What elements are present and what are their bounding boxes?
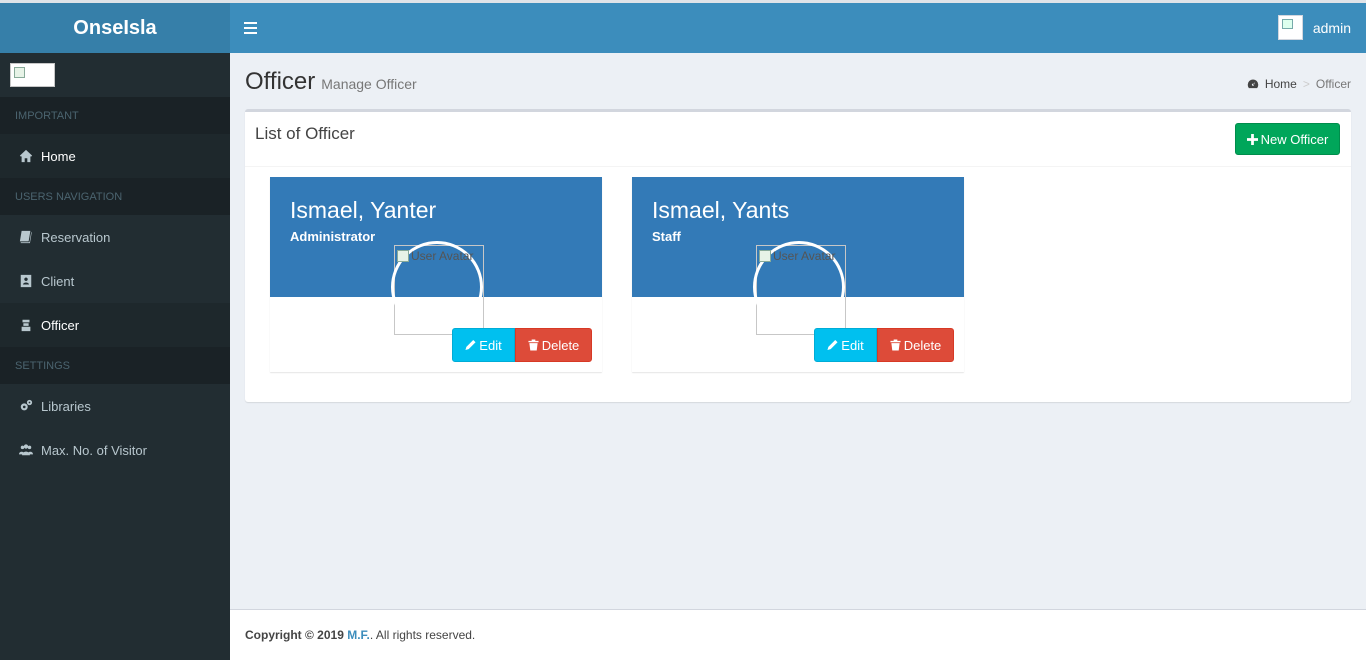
sidebar-item-label: Client [41,273,75,289]
footer-copyright: Copyright © 2019 [245,628,344,642]
broken-image-icon [397,250,409,262]
delete-button[interactable]: Delete [515,328,592,362]
sidebar-header-users-navigation: USERS NAVIGATION [0,178,230,215]
sidebar-item-reservation[interactable]: Reservation [0,215,230,259]
broken-image-icon [14,67,25,78]
user-menu[interactable]: admin [1277,15,1351,40]
pencil-icon [827,339,841,351]
menu-toggle-icon[interactable] [244,19,258,37]
sidebar-item-officer[interactable]: Officer [0,303,230,347]
footer-rights: . All rights reserved. [369,628,476,642]
avatar-alt-text: User Avatar [773,249,836,263]
page-title: Officer [245,68,316,95]
edit-button[interactable]: Edit [452,328,515,362]
trash-icon [890,339,904,351]
officer-role: Administrator [290,229,376,244]
app-logo[interactable]: OnseIsla [0,3,230,53]
plus-icon [1246,133,1261,145]
book-icon [18,230,33,244]
delete-label: Delete [903,337,942,353]
footer: Copyright © 2019 M.F.. All rights reserv… [230,609,1366,660]
sidebar-item-label: Max. No. of Visitor [41,442,147,458]
officer-avatar: User Avatar [753,241,846,335]
delete-label: Delete [541,337,580,353]
sidebar-item-label: Libraries [41,398,91,414]
sidebar-item-max-visitor[interactable]: Max. No. of Visitor [0,428,230,472]
sidebar: IMPORTANT Home USERS NAVIGATION Reservat… [0,53,230,660]
top-navbar: admin [230,3,1366,53]
officer-list-box: List of Officer New Officer Ismael, Yant… [245,109,1351,402]
app-logo-text: OnseIsla [73,16,157,39]
edit-label: Edit [841,337,864,353]
avatar-alt-text: User Avatar [411,249,474,263]
content-header: Officer Manage Officer [245,68,417,96]
user-name: admin [1312,19,1351,36]
officer-avatar: User Avatar [391,241,484,335]
sidebar-item-libraries[interactable]: Libraries [0,384,230,428]
new-officer-label: New Officer [1260,131,1329,147]
delete-button[interactable]: Delete [877,328,954,362]
officer-name: Ismael, Yants [652,197,790,223]
edit-label: Edit [479,337,502,353]
box-header: List of Officer New Officer [245,112,1351,167]
sidebar-item-label: Home [41,148,76,164]
officer-role: Staff [652,229,681,244]
officer-card: Ismael, Yanter Administrator User Avatar… [270,177,602,372]
footer-brand-link[interactable]: M.F. [347,628,370,642]
sidebar-user-avatar [10,63,55,87]
officer-icon [18,318,33,332]
contact-book-icon [18,274,33,288]
breadcrumb-separator: > [1302,77,1310,91]
sidebar-item-home[interactable]: Home [0,134,230,178]
officer-name: Ismael, Yanter [290,197,437,223]
breadcrumb: Home > Officer [1247,77,1351,91]
breadcrumb-home-label: Home [1264,77,1297,91]
edit-button[interactable]: Edit [814,328,877,362]
pencil-icon [465,339,479,351]
home-icon [18,149,33,163]
page-subtitle: Manage Officer [321,76,417,92]
users-icon [18,443,33,457]
breadcrumb-home[interactable]: Home [1247,77,1297,91]
officer-card: Ismael, Yants Staff User Avatar Edit Del… [632,177,964,372]
sidebar-item-label: Reservation [41,229,111,245]
new-officer-button[interactable]: New Officer [1235,123,1340,155]
sidebar-header-important: IMPORTANT [0,97,230,134]
gears-icon [18,399,33,413]
sidebar-header-settings: SETTINGS [0,347,230,384]
box-title: List of Officer [255,124,355,143]
breadcrumb-current: Officer [1315,77,1351,91]
dashboard-icon [1247,78,1265,90]
broken-image-icon [759,250,771,262]
sidebar-item-label: Officer [41,317,80,333]
user-avatar-icon [1277,15,1303,40]
sidebar-item-client[interactable]: Client [0,259,230,303]
trash-icon [528,339,542,351]
